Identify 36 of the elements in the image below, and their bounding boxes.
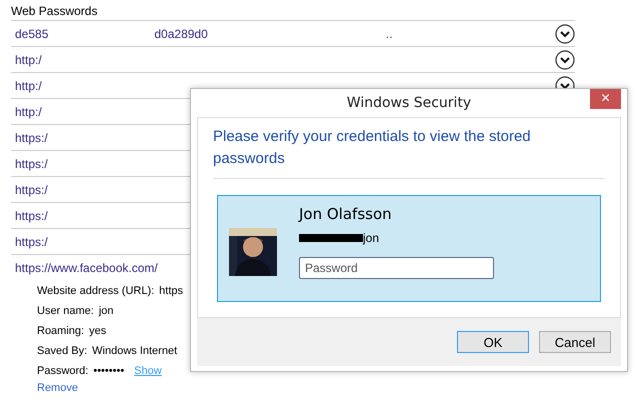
- ok-button[interactable]: OK: [457, 331, 529, 353]
- close-button[interactable]: ×: [590, 89, 621, 109]
- detail-value: https: [159, 284, 184, 296]
- url-link[interactable]: https:/: [15, 182, 48, 196]
- url-link[interactable]: ..: [386, 26, 392, 40]
- password-field[interactable]: Password: [299, 257, 494, 279]
- detail-value: yes: [89, 324, 106, 336]
- cancel-button[interactable]: Cancel: [539, 331, 611, 353]
- expand-icon[interactable]: [555, 24, 575, 44]
- url-link[interactable]: https:/: [15, 234, 48, 248]
- url-link[interactable]: d0a289d0: [154, 26, 208, 40]
- dialog-message: Please verify your credentials to view the stored passwords: [213, 127, 532, 169]
- url-link[interactable]: de585: [15, 26, 48, 40]
- detail-value: jon: [98, 304, 114, 316]
- url-link[interactable]: http:/: [15, 52, 42, 66]
- account-name: Jon Olafsson: [299, 205, 393, 225]
- detail-label: Saved By:: [37, 344, 88, 356]
- detail-value: Windows Internet: [92, 344, 178, 356]
- url-link[interactable]: http:/: [15, 104, 42, 118]
- remove-link[interactable]: Remove: [37, 382, 638, 394]
- url-link[interactable]: https:/: [15, 208, 48, 222]
- url-link[interactable]: https:/: [15, 130, 48, 144]
- detail-value: ••••••••: [93, 364, 124, 376]
- detail-label: User name:: [37, 304, 94, 316]
- url-link[interactable]: https://www.facebook.com/: [15, 260, 158, 274]
- detail-label: Roaming:: [37, 324, 84, 336]
- account-tile[interactable]: Jon Olafsson jon Password: [217, 195, 601, 302]
- section-title: Web Passwords: [10, 3, 98, 20]
- user-name: jon: [363, 231, 380, 245]
- redaction-bar: [299, 234, 363, 242]
- detail-label: Website address (URL):: [37, 284, 154, 296]
- url-link[interactable]: http:/: [15, 78, 42, 92]
- window-title: Windows Security: [346, 95, 472, 111]
- url-link[interactable]: https:/: [15, 156, 48, 170]
- expand-icon[interactable]: [555, 50, 575, 70]
- detail-label: Password:: [37, 364, 88, 376]
